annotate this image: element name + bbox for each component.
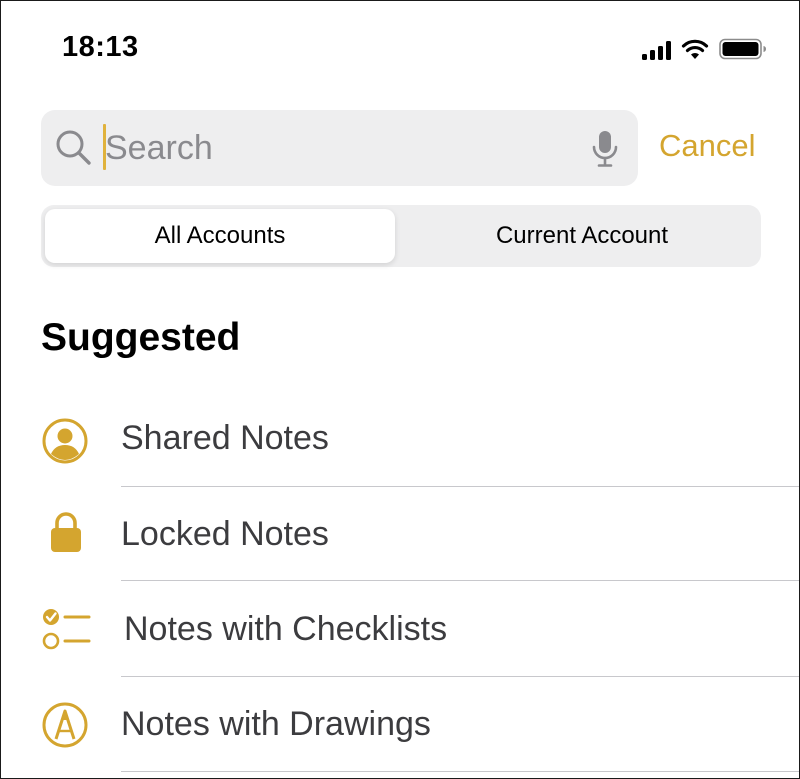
segment-current-account[interactable]: Current Account (407, 209, 757, 263)
account-scope-control: All Accounts Current Account (41, 205, 761, 267)
list-item-label: Notes with Checklists (124, 610, 448, 648)
list-item-shared-notes[interactable]: Shared Notes (1, 391, 799, 486)
status-time: 18:13 (62, 31, 139, 63)
wifi-icon (681, 39, 709, 60)
search-field[interactable] (41, 110, 638, 186)
person-circle-icon (41, 417, 89, 470)
checklist-icon (41, 607, 93, 656)
mic-icon[interactable] (592, 130, 618, 173)
signal-icon (642, 40, 671, 60)
section-title-suggested: Suggested (41, 316, 241, 359)
list-item-label: Notes with Drawings (121, 705, 431, 743)
search-input[interactable] (105, 124, 565, 172)
list-item-notes-with-checklists[interactable]: Notes with Checklists (1, 581, 799, 676)
segment-all-accounts[interactable]: All Accounts (45, 209, 395, 263)
pencil-tip-circle-icon (41, 701, 89, 754)
lock-icon (49, 511, 83, 558)
list-item-label: Locked Notes (121, 515, 329, 553)
notes-search-screen: 18:13 Search Cancel All Accounts Current… (0, 0, 800, 779)
list-item-locked-notes[interactable]: Locked Notes (1, 487, 799, 582)
list-item-notes-with-drawings[interactable]: Notes with Drawings (1, 677, 799, 772)
search-icon (55, 129, 93, 172)
divider (121, 771, 799, 772)
status-icons (642, 38, 767, 60)
cancel-button[interactable]: Cancel (659, 128, 756, 164)
list-item-label: Shared Notes (121, 419, 329, 457)
battery-icon (719, 38, 767, 60)
